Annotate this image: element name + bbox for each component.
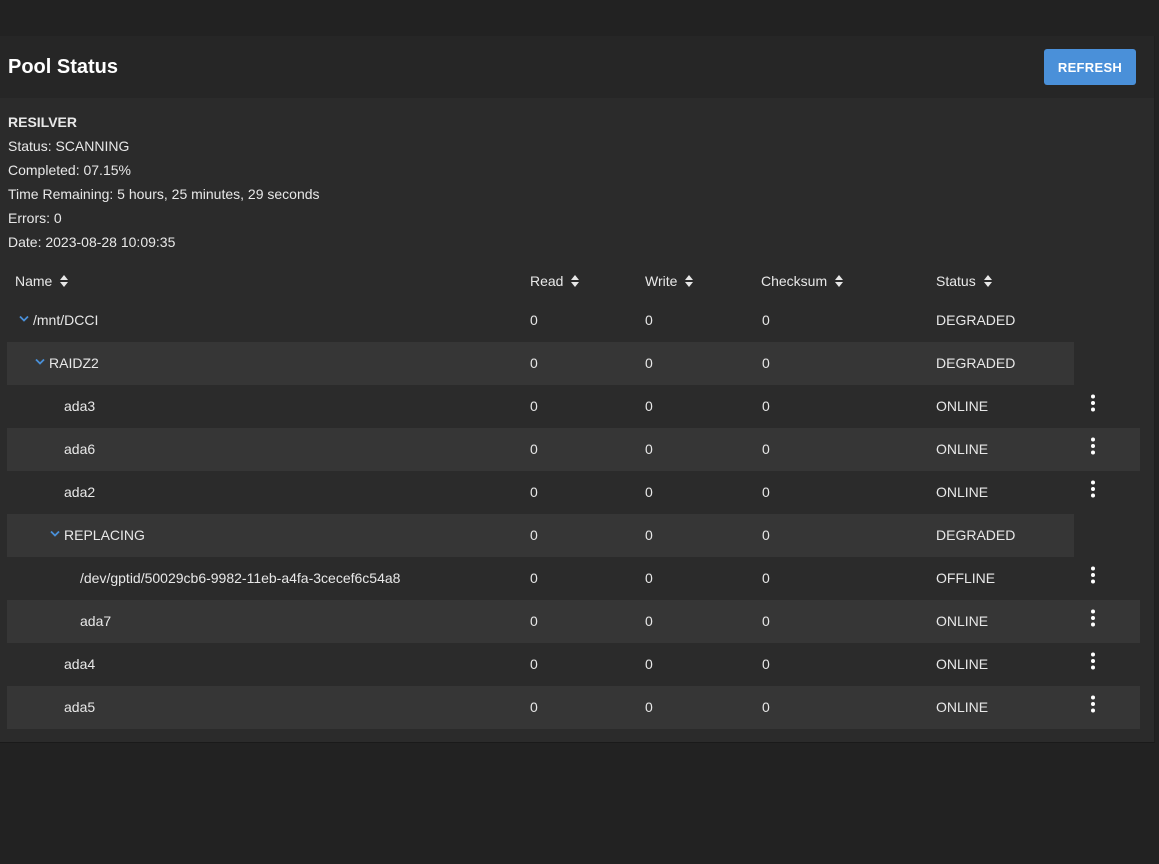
row-read: 0 <box>530 613 538 629</box>
scan-errors: Errors: 0 <box>8 210 62 226</box>
row-name: ada6 <box>64 441 96 457</box>
page-title: Pool Status <box>8 56 119 78</box>
row-write: 0 <box>645 613 653 629</box>
column-header-label: Name <box>15 273 53 289</box>
more-vert-icon[interactable] <box>1085 566 1101 584</box>
row-write: 0 <box>645 441 653 457</box>
row-checksum: 0 <box>762 570 770 586</box>
row-write: 0 <box>645 312 653 328</box>
column-header-label: Read <box>530 273 564 289</box>
more-vert-icon[interactable] <box>1085 695 1101 713</box>
sort-icon <box>60 275 69 287</box>
pool-status-card: Pool Status REFRESH RESILVER Status: SCA… <box>0 36 1155 743</box>
row-read: 0 <box>530 312 538 328</box>
row-write: 0 <box>645 355 653 371</box>
row-name: ada3 <box>64 398 96 414</box>
column-header-name[interactable]: Name <box>15 272 69 290</box>
card-header: Pool Status REFRESH <box>0 36 1154 98</box>
scan-status: Status: SCANNING <box>8 138 130 154</box>
more-vert-icon[interactable] <box>1085 437 1101 455</box>
table-row[interactable]: ada7 0 0 0 ONLINE <box>7 600 1140 643</box>
table-row[interactable]: /mnt/DCCI 0 0 0 DEGRADED <box>7 299 1074 342</box>
scan-heading: RESILVER <box>8 114 77 130</box>
row-status: DEGRADED <box>936 527 1016 543</box>
chevron-down-icon[interactable] <box>50 530 60 538</box>
row-write: 0 <box>645 527 653 543</box>
row-status: ONLINE <box>936 699 989 715</box>
row-read: 0 <box>530 699 538 715</box>
table-row[interactable]: ada5 0 0 0 ONLINE <box>7 686 1140 729</box>
row-status: ONLINE <box>936 656 989 672</box>
row-write: 0 <box>645 699 653 715</box>
row-name: ada5 <box>64 699 96 715</box>
row-checksum: 0 <box>762 355 770 371</box>
row-write: 0 <box>645 656 653 672</box>
row-name: ada7 <box>80 613 112 629</box>
row-checksum: 0 <box>762 613 770 629</box>
row-name: RAIDZ2 <box>49 355 99 371</box>
table-row[interactable]: ada2 0 0 0 ONLINE <box>7 471 1140 514</box>
row-status: ONLINE <box>936 398 989 414</box>
row-read: 0 <box>530 355 538 371</box>
row-checksum: 0 <box>762 441 770 457</box>
row-read: 0 <box>530 441 538 457</box>
chevron-down-icon[interactable] <box>19 315 29 323</box>
row-read: 0 <box>530 398 538 414</box>
row-status: DEGRADED <box>936 312 1016 328</box>
row-write: 0 <box>645 484 653 500</box>
row-checksum: 0 <box>762 312 770 328</box>
sort-icon <box>685 275 694 287</box>
table-row[interactable]: REPLACING 0 0 0 DEGRADED <box>7 514 1074 557</box>
row-checksum: 0 <box>762 699 770 715</box>
table-row[interactable]: ada3 0 0 0 ONLINE <box>7 385 1140 428</box>
sort-icon <box>571 275 580 287</box>
row-status: ONLINE <box>936 484 989 500</box>
column-header-status[interactable]: Status <box>936 272 992 290</box>
scan-info: RESILVER Status: SCANNING Completed: 07.… <box>8 110 320 254</box>
row-read: 0 <box>530 656 538 672</box>
more-vert-icon[interactable] <box>1085 652 1101 670</box>
table-row[interactable]: RAIDZ2 0 0 0 DEGRADED <box>7 342 1074 385</box>
row-read: 0 <box>530 570 538 586</box>
sort-icon <box>983 275 992 287</box>
row-checksum: 0 <box>762 656 770 672</box>
more-vert-icon[interactable] <box>1085 394 1101 412</box>
row-checksum: 0 <box>762 484 770 500</box>
scan-date: Date: 2023-08-28 10:09:35 <box>8 234 176 250</box>
row-name: ada4 <box>64 656 96 672</box>
column-header-read[interactable]: Read <box>530 272 580 290</box>
row-name: REPLACING <box>64 527 145 543</box>
row-status: ONLINE <box>936 441 989 457</box>
sort-icon <box>835 275 844 287</box>
row-checksum: 0 <box>762 527 770 543</box>
row-checksum: 0 <box>762 398 770 414</box>
scan-completed: Completed: 07.15% <box>8 162 131 178</box>
row-name: ada2 <box>64 484 96 500</box>
chevron-down-icon[interactable] <box>35 358 45 366</box>
refresh-button[interactable]: REFRESH <box>1044 49 1136 85</box>
row-name: /mnt/DCCI <box>33 312 99 328</box>
scan-time-remaining: Time Remaining: 5 hours, 25 minutes, 29 … <box>8 186 320 202</box>
row-write: 0 <box>645 570 653 586</box>
more-vert-icon[interactable] <box>1085 609 1101 627</box>
column-header-write[interactable]: Write <box>645 272 694 290</box>
row-status: ONLINE <box>936 613 989 629</box>
row-status: DEGRADED <box>936 355 1016 371</box>
table-row[interactable]: ada4 0 0 0 ONLINE <box>7 643 1140 686</box>
row-status: OFFLINE <box>936 570 996 586</box>
column-header-label: Checksum <box>761 273 828 289</box>
more-vert-icon[interactable] <box>1085 480 1101 498</box>
column-header-label: Write <box>645 273 678 289</box>
row-write: 0 <box>645 398 653 414</box>
column-header-checksum[interactable]: Checksum <box>761 272 844 290</box>
column-header-label: Status <box>936 273 976 289</box>
row-read: 0 <box>530 527 538 543</box>
row-read: 0 <box>530 484 538 500</box>
table-row[interactable]: /dev/gptid/50029cb6-9982-11eb-a4fa-3cece… <box>7 557 1140 600</box>
table-row[interactable]: ada6 0 0 0 ONLINE <box>7 428 1140 471</box>
row-name: /dev/gptid/50029cb6-9982-11eb-a4fa-3cece… <box>80 570 401 586</box>
